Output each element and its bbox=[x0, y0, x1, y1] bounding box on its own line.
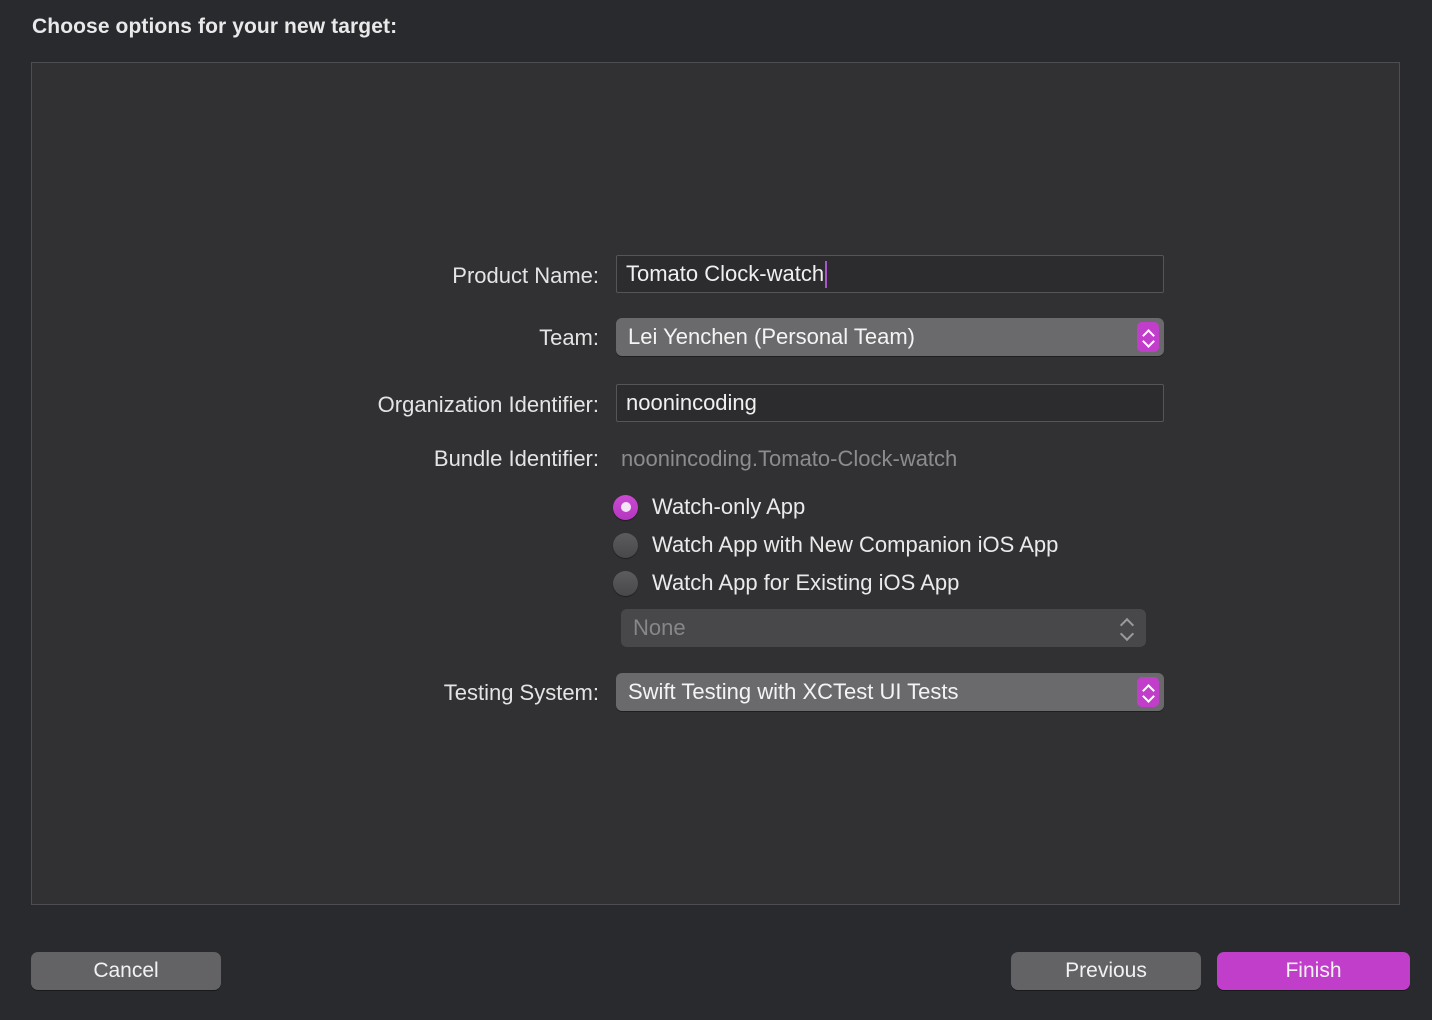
chevron-down-icon bbox=[1143, 339, 1153, 345]
product-name-input[interactable]: Tomato Clock-watch bbox=[616, 255, 1164, 293]
radio-unselected-icon[interactable] bbox=[613, 570, 638, 596]
finish-button[interactable]: Finish bbox=[1217, 952, 1410, 990]
team-value: Lei Yenchen (Personal Team) bbox=[628, 324, 916, 349]
companion-app-select[interactable]: None bbox=[621, 609, 1146, 647]
testing-system-label: Testing System: bbox=[443, 680, 599, 705]
chevron-down-icon bbox=[1121, 631, 1133, 638]
organization-identifier-input[interactable]: noonincoding bbox=[616, 384, 1164, 422]
product-name-value: Tomato Clock-watch bbox=[626, 261, 825, 286]
chevron-up-icon bbox=[1121, 619, 1133, 626]
bundle-identifier-value: noonincoding.Tomato-Clock-watch bbox=[621, 446, 958, 471]
radio-selected-icon[interactable] bbox=[613, 494, 638, 520]
up-down-chevron-icon[interactable] bbox=[1137, 677, 1159, 707]
testing-system-value: Swift Testing with XCTest UI Tests bbox=[628, 679, 959, 704]
options-panel: Product Name: Tomato Clock-watch Team: L… bbox=[31, 62, 1400, 905]
app-type-option-existing-ios[interactable]: Watch App for Existing iOS App bbox=[613, 570, 959, 596]
companion-app-value: None bbox=[633, 615, 686, 640]
team-select[interactable]: Lei Yenchen (Personal Team) bbox=[616, 318, 1164, 356]
app-type-option-label: Watch App for Existing iOS App bbox=[652, 570, 960, 595]
product-name-label: Product Name: bbox=[452, 263, 599, 288]
app-type-option-label: Watch App with New Companion iOS App bbox=[652, 532, 1059, 557]
previous-button[interactable]: Previous bbox=[1011, 952, 1201, 990]
chevron-down-icon bbox=[1143, 694, 1153, 700]
cancel-button[interactable]: Cancel bbox=[31, 952, 221, 990]
page-title: Choose options for your new target: bbox=[32, 15, 398, 38]
app-type-option-watch-only[interactable]: Watch-only App bbox=[613, 494, 805, 520]
text-caret bbox=[825, 260, 828, 288]
bundle-identifier-label: Bundle Identifier: bbox=[433, 446, 599, 471]
up-down-chevron-icon bbox=[1120, 613, 1134, 643]
app-type-option-label: Watch-only App bbox=[652, 494, 806, 519]
organization-identifier-label: Organization Identifier: bbox=[377, 392, 599, 417]
testing-system-select[interactable]: Swift Testing with XCTest UI Tests bbox=[616, 673, 1164, 711]
radio-unselected-icon[interactable] bbox=[613, 532, 638, 558]
team-label: Team: bbox=[539, 325, 599, 350]
up-down-chevron-icon[interactable] bbox=[1137, 322, 1159, 352]
app-type-option-new-companion-ios[interactable]: Watch App with New Companion iOS App bbox=[613, 532, 1058, 558]
organization-identifier-value: noonincoding bbox=[626, 390, 757, 415]
